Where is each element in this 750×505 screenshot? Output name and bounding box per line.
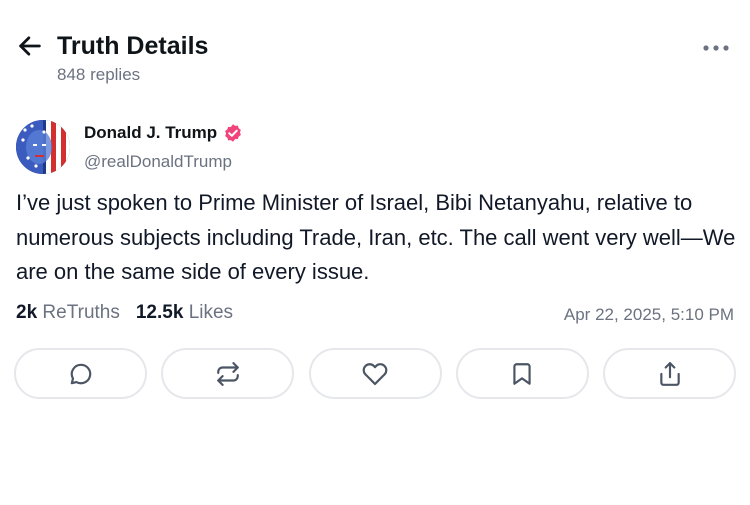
heart-icon bbox=[362, 362, 388, 385]
likes-stat[interactable]: 12.5k Likes bbox=[136, 302, 233, 324]
post-stats: 2k ReTruths 12.5k Likes bbox=[16, 302, 233, 324]
reply-icon bbox=[70, 363, 91, 384]
more-options-button[interactable] bbox=[698, 36, 734, 60]
page-title: Truth Details bbox=[57, 32, 209, 60]
like-button[interactable] bbox=[308, 348, 442, 399]
bookmark-icon bbox=[513, 362, 531, 385]
action-bar bbox=[14, 348, 736, 399]
post-author: Donald J. Trump @realDonaldTrump bbox=[16, 120, 516, 176]
more-horizontal-icon bbox=[703, 45, 729, 51]
bookmark-button[interactable] bbox=[455, 348, 589, 399]
author-name[interactable]: Donald J. Trump bbox=[84, 123, 217, 143]
likes-label: Likes bbox=[188, 302, 234, 323]
post-timestamp: Apr 22, 2025, 5:10 PM bbox=[563, 305, 734, 324]
author-handle[interactable]: @realDonaldTrump bbox=[84, 152, 232, 172]
retruth-icon bbox=[216, 361, 239, 386]
share-icon bbox=[659, 361, 680, 386]
retruths-stat[interactable]: 2k ReTruths bbox=[16, 302, 120, 324]
retruth-button[interactable] bbox=[161, 348, 295, 399]
page-header: Truth Details 848 replies bbox=[16, 30, 734, 90]
arrow-left-icon bbox=[19, 36, 41, 56]
reply-count: 848 replies bbox=[57, 65, 141, 84]
avatar[interactable] bbox=[16, 120, 70, 174]
retruths-count: 2k bbox=[16, 302, 38, 323]
likes-count: 12.5k bbox=[135, 302, 184, 323]
retruths-label: ReTruths bbox=[42, 302, 120, 323]
post-text: I’ve just spoken to Prime Minister of Is… bbox=[16, 190, 736, 284]
verified-badge-icon bbox=[225, 124, 242, 142]
reply-button[interactable] bbox=[14, 348, 147, 399]
share-button[interactable] bbox=[603, 348, 736, 399]
back-button[interactable] bbox=[16, 32, 44, 60]
